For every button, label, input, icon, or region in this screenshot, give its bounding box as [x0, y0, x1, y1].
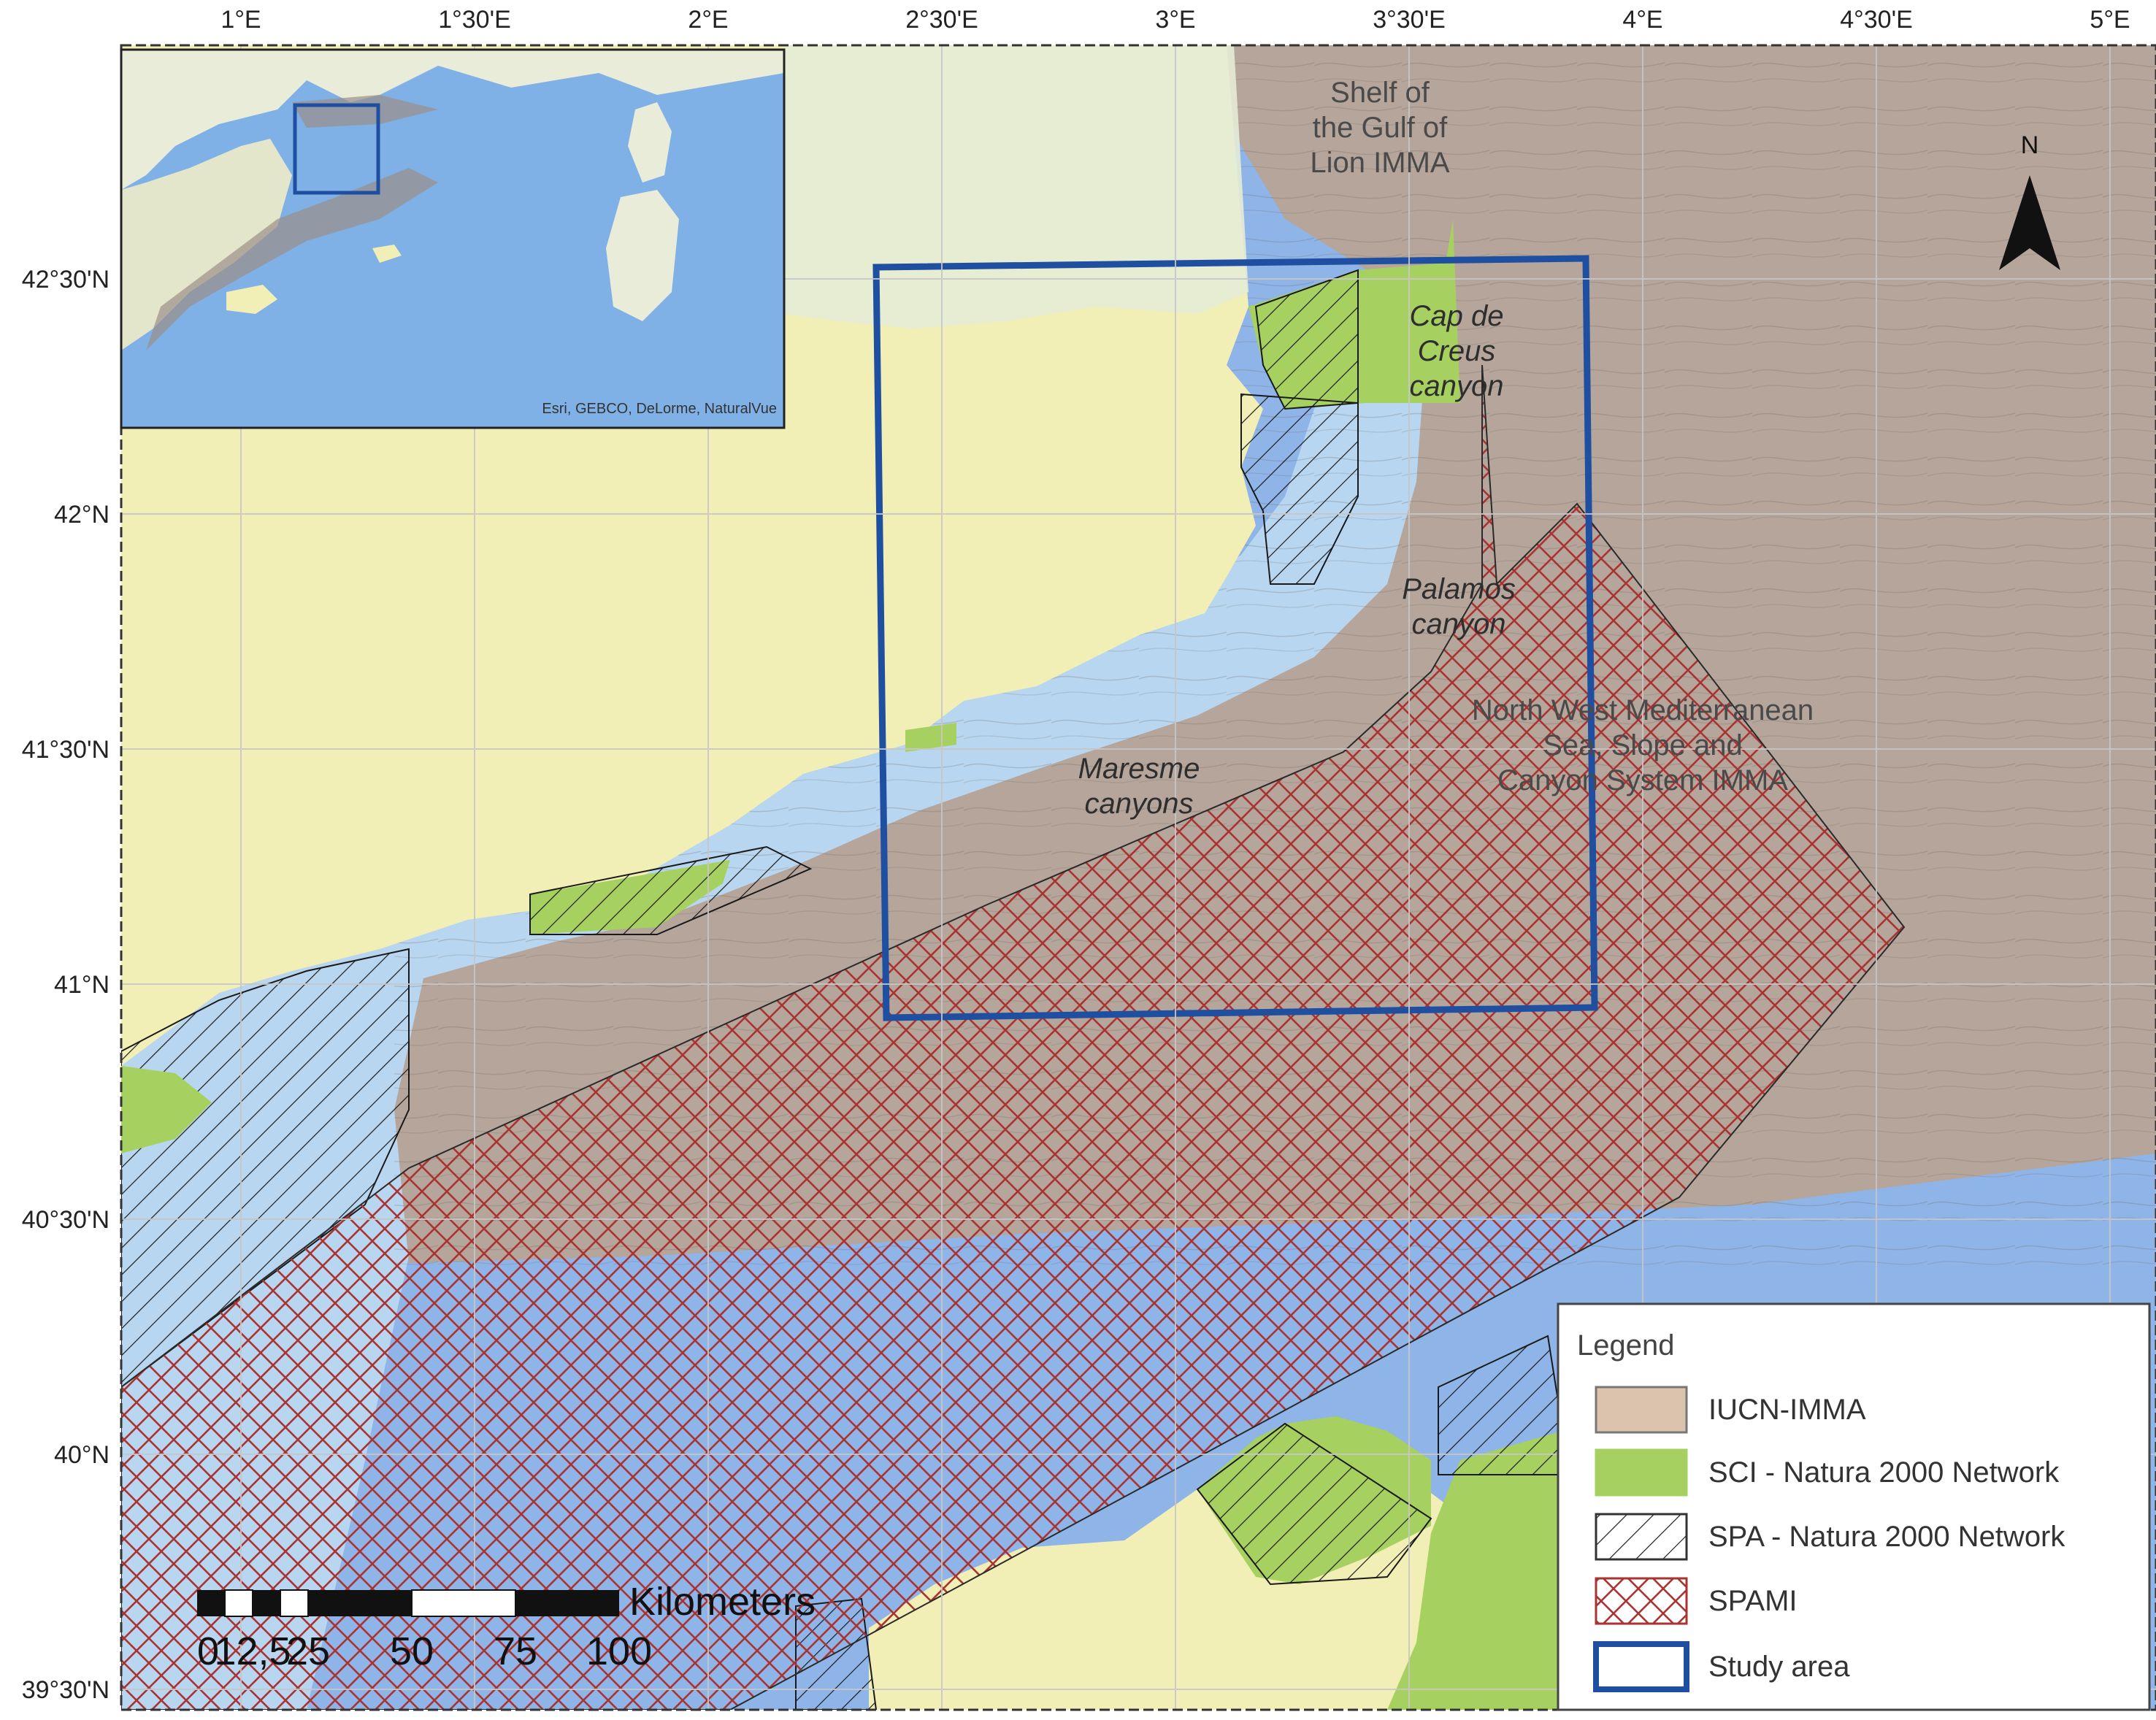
legend-label-spami: SPAMI: [1708, 1585, 1798, 1617]
lat-label: 41°30'N: [22, 736, 110, 764]
legend-swatch-spami: [1595, 1577, 1688, 1625]
scale-tick: 100: [586, 1629, 652, 1673]
label-nw-med-3: Canyon System IMMA: [1497, 764, 1788, 796]
latitude-labels: 42°30'N 42°N 41°30'N 41°N 40°30'N 40°N 3…: [22, 266, 110, 1704]
lon-label: 5°E: [2090, 6, 2130, 34]
protected-areas-map: Shelf of the Gulf of Lion IMMA Cap de Cr…: [22, 6, 2156, 1711]
lon-label: 4°30'E: [1840, 6, 1913, 34]
lat-label: 42°N: [54, 501, 110, 529]
land-mountains-france: [784, 45, 1248, 329]
legend-label-imma: IUCN-IMMA: [1708, 1394, 1866, 1426]
lon-label: 2°E: [688, 6, 728, 34]
label-gulf-lion-1: Shelf of: [1330, 77, 1430, 109]
legend-title: Legend: [1577, 1329, 1674, 1362]
label-nw-med-2: Sea, Slope and: [1543, 729, 1743, 761]
label-palamos-1: Palamos: [1402, 573, 1516, 605]
longitude-labels: 1°E 1°30'E 2°E 2°30'E 3°E 3°30'E 4°E 4°3…: [220, 6, 2130, 34]
label-gulf-lion-2: the Gulf of: [1313, 112, 1448, 144]
label-cap-creus-2: Creus: [1418, 335, 1496, 367]
scale-tick: 12,5: [214, 1629, 291, 1673]
legend-swatch-study-area: [1593, 1641, 1689, 1692]
legend-swatch-imma: [1595, 1386, 1688, 1434]
lat-label: 39°30'N: [22, 1676, 110, 1704]
label-maresme-2: canyons: [1085, 788, 1194, 820]
legend-label-study-area: Study area: [1708, 1651, 1850, 1683]
lat-label: 40°30'N: [22, 1206, 110, 1234]
label-palamos-2: canyon: [1412, 608, 1506, 640]
lat-label: 40°N: [54, 1441, 110, 1469]
lat-label: 41°N: [54, 971, 110, 999]
legend-swatch-sci: [1595, 1448, 1688, 1497]
label-maresme-1: Maresme: [1078, 753, 1200, 785]
lon-label: 2°30'E: [905, 6, 978, 34]
scale-tick: 50: [390, 1629, 434, 1673]
lon-label: 3°30'E: [1373, 6, 1446, 34]
label-cap-creus-1: Cap de: [1410, 300, 1504, 332]
scale-tick: 75: [494, 1629, 537, 1673]
lon-label: 4°E: [1622, 6, 1662, 34]
lon-label: 3°E: [1155, 6, 1195, 34]
lat-label: 42°30'N: [22, 266, 110, 293]
label-gulf-lion-3: Lion IMMA: [1310, 147, 1449, 179]
inset-map: Esri, GEBCO, DeLorme, NaturalVue: [120, 48, 786, 429]
scale-unit: Kilometers: [629, 1580, 816, 1624]
legend-label-sci: SCI - Natura 2000 Network: [1708, 1456, 2060, 1489]
legend-label-spa: SPA - Natura 2000 Network: [1708, 1521, 2065, 1553]
lon-label: 1°30'E: [438, 6, 511, 34]
scale-tick: 25: [286, 1629, 330, 1673]
label-cap-creus-3: canyon: [1410, 370, 1504, 402]
legend-swatch-spa: [1595, 1513, 1688, 1561]
legend: Legend IUCN-IMMA SCI - Natura 2000 Netwo…: [1557, 1302, 2151, 1711]
north-label: N: [2021, 131, 2039, 159]
label-nw-med-1: North West Mediterranean: [1472, 694, 1814, 726]
inset-credit: Esri, GEBCO, DeLorme, NaturalVue: [542, 401, 777, 417]
lon-label: 1°E: [220, 6, 261, 34]
